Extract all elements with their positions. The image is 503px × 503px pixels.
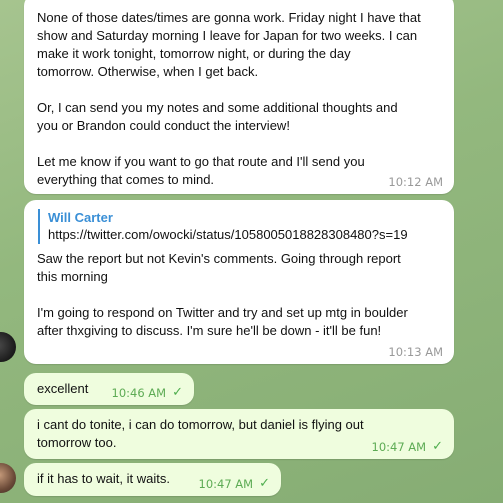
double-check-icon: ✓ [259, 476, 270, 491]
reply-link[interactable]: https://twitter.com/owocki/status/105800… [48, 226, 441, 244]
message-time: 10:13 AM [388, 345, 443, 359]
sender-avatar[interactable]: ∞ [0, 332, 16, 362]
reply-author: Will Carter [48, 210, 113, 225]
message-time-label: 10:46 AM [111, 386, 167, 400]
message-time: 10:47 AM ✓ [199, 475, 271, 493]
message-bubble[interactable]: i cant do tonite, i can do tomorrow, but… [24, 409, 454, 459]
message-text: None of those dates/times are gonna work… [37, 10, 421, 187]
double-check-icon: ✓ [172, 385, 183, 400]
message-time: 10:47 AM ✓ [372, 438, 444, 456]
message-time: 10:12 AM [388, 175, 443, 189]
double-check-icon: ✓ [432, 439, 443, 454]
message-time-label: 10:47 AM [198, 477, 254, 491]
message-bubble[interactable]: excellent 10:46 AM ✓ [24, 373, 194, 405]
user-avatar[interactable] [0, 463, 16, 493]
message-bubble[interactable]: if it has to wait, it waits. 10:47 AM ✓ [24, 463, 281, 496]
message-bubble[interactable]: Will Carter https://twitter.com/owocki/s… [24, 200, 454, 364]
message-time-label: 10:47 AM [371, 440, 427, 454]
message-text: Saw the report but not Kevin's comments.… [37, 251, 408, 338]
message-bubble[interactable]: None of those dates/times are gonna work… [24, 0, 454, 194]
reply-quote[interactable]: Will Carter https://twitter.com/owocki/s… [38, 209, 441, 244]
message-time: 10:46 AM ✓ [112, 384, 184, 402]
